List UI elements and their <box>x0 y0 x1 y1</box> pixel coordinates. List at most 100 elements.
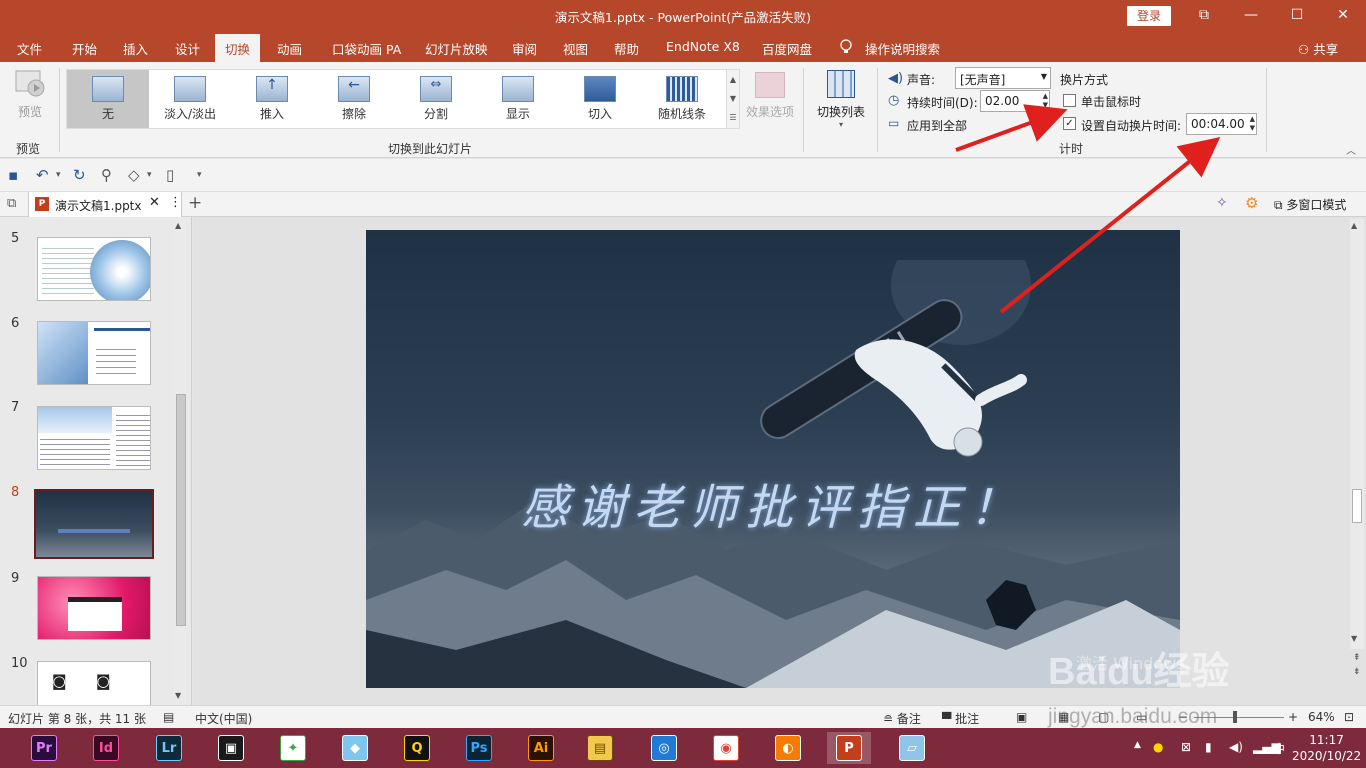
tab-help[interactable]: 帮助 <box>614 39 639 58</box>
taskbar-app-file-explorer[interactable]: ▤ <box>578 732 622 764</box>
scroll-up-icon[interactable]: ▲ <box>1351 221 1357 230</box>
taskbar-app-indesign[interactable]: Id <box>84 732 128 764</box>
taskbar-app-premiere[interactable]: Pr <box>22 732 66 764</box>
fit-slide-icon[interactable]: ⊡ <box>1344 710 1354 724</box>
minimize-button[interactable]: — <box>1228 0 1274 32</box>
gallery-scroll[interactable]: ▲ ▼ ☰ <box>726 69 740 129</box>
on-click-checkbox[interactable] <box>1063 94 1076 107</box>
collapse-ribbon-icon[interactable]: ︿ <box>1346 142 1356 157</box>
tab-pocket-animation[interactable]: 口袋动画 PA <box>332 39 401 58</box>
document-map-icon[interactable]: ⧉ <box>7 196 16 211</box>
apply-all-button[interactable]: 应用到全部 <box>907 117 967 134</box>
editor-scrollbar[interactable]: ▲ ▼ <box>1350 219 1364 649</box>
transition-none[interactable]: 无 <box>67 70 149 128</box>
tab-insert[interactable]: 插入 <box>123 39 148 58</box>
auto-advance-spinner[interactable]: ▲ ▼ <box>1250 115 1255 133</box>
close-button[interactable]: ✕ <box>1320 0 1366 32</box>
spell-check-icon[interactable]: ▤ <box>163 710 174 724</box>
taskbar-app-lightroom[interactable]: Lr <box>147 732 191 764</box>
comments-button[interactable]: ▀ 批注 <box>942 710 979 727</box>
transition-split[interactable]: ⇔ 分割 <box>395 70 477 128</box>
taskbar-app-photoshop[interactable]: Ps <box>457 732 501 764</box>
zoom-level[interactable]: 64% <box>1308 710 1335 724</box>
taskbar-app-video-editor[interactable]: ▣ <box>209 732 253 764</box>
undo-dropdown-icon[interactable]: ▾ <box>56 170 61 180</box>
effect-options-button[interactable]: 效果选项 <box>744 70 796 120</box>
qq-tray-icon[interactable]: ● <box>1153 740 1163 754</box>
tab-slideshow[interactable]: 幻灯片放映 <box>425 39 488 58</box>
taskbar-app-illustrator[interactable]: Ai <box>519 732 563 764</box>
slide-thumbnail-10[interactable]: ◙ ◙ <box>37 661 151 705</box>
login-button[interactable]: 登录 <box>1127 6 1171 26</box>
thumbnails-scroll-thumb[interactable] <box>176 394 186 626</box>
document-tab[interactable]: P 演示文稿1.pptx ✕ ⋮ <box>28 192 182 217</box>
share-button[interactable]: ⚇ 共享 <box>1298 39 1338 58</box>
previous-slide-icon[interactable]: ⇞ <box>1353 651 1361 665</box>
transition-wipe[interactable]: ← 擦除 <box>313 70 395 128</box>
transition-fade[interactable]: 淡入/淡出 <box>149 70 231 128</box>
auto-advance-time-input[interactable]: 00:04.00 ▲ ▼ <box>1186 113 1257 135</box>
chevron-up-icon[interactable]: ▲ <box>727 70 739 89</box>
slide-thumbnail-6[interactable] <box>37 321 151 385</box>
tab-home[interactable]: 开始 <box>72 39 97 58</box>
sound-select[interactable]: [无声音] ▼ <box>955 67 1051 89</box>
volume-icon[interactable]: ◀) <box>1229 740 1243 754</box>
transition-random-bars[interactable]: 随机线条 <box>641 70 723 128</box>
multi-window-button[interactable]: ⧉ 多窗口模式 <box>1274 196 1346 213</box>
scroll-down-icon[interactable]: ▼ <box>175 691 181 700</box>
sparkle-icon[interactable]: ✧ <box>1216 195 1228 211</box>
taskbar-app-qq[interactable]: Q <box>395 732 439 764</box>
scroll-down-icon[interactable]: ▼ <box>1351 634 1357 643</box>
editor-scroll-thumb[interactable] <box>1352 489 1362 523</box>
language-status[interactable]: 中文(中国) <box>195 710 252 727</box>
transition-cut[interactable]: 切入 <box>559 70 641 128</box>
tab-file[interactable]: 文件 <box>17 39 42 58</box>
slide-thumbnail-9[interactable] <box>37 576 151 640</box>
notes-button[interactable]: ≘ 备注 <box>883 710 921 727</box>
save-icon[interactable]: ▪ <box>8 166 18 184</box>
slide-thumbnail-7[interactable] <box>37 406 151 470</box>
tab-animations[interactable]: 动画 <box>277 39 302 58</box>
tab-review[interactable]: 审阅 <box>512 39 537 58</box>
prev-next-slide-buttons[interactable]: ⇞ ⇟ <box>1353 651 1361 679</box>
input-method-icon[interactable]: 中 <box>1273 740 1285 757</box>
slide-thumbnail-8[interactable] <box>34 489 154 559</box>
slide-thumbnail-5[interactable] <box>37 237 151 301</box>
thumbnails-scrollbar[interactable]: ▲ ▼ <box>174 219 188 703</box>
tab-menu-icon[interactable]: ⋮ <box>169 195 182 210</box>
redo-icon[interactable]: ↻ <box>73 166 86 184</box>
auto-advance-checkbox[interactable]: ✓ <box>1063 117 1076 130</box>
shapes-icon[interactable]: ◇ <box>128 166 140 184</box>
taskbar-app-browser-blue[interactable]: ◎ <box>642 732 686 764</box>
network-off-icon[interactable]: ⊠ <box>1181 740 1191 754</box>
shapes-dropdown-icon[interactable]: ▾ <box>147 170 152 180</box>
preview-button[interactable]: 预览 <box>10 68 50 128</box>
chevron-down-icon[interactable]: ▼ <box>727 89 739 108</box>
close-tab-icon[interactable]: ✕ <box>149 195 160 210</box>
duration-input[interactable]: 02.00 ▲ ▼ <box>980 90 1050 112</box>
undo-icon[interactable]: ↶ <box>36 166 49 184</box>
tray-expand-icon[interactable]: ▲ <box>1134 740 1141 750</box>
tab-design[interactable]: 设计 <box>175 39 200 58</box>
tab-transitions[interactable]: 切换 <box>215 34 261 62</box>
zoom-in-icon[interactable]: + <box>1288 710 1298 724</box>
taskbar-clock[interactable]: 11:17 2020/10/22 <box>1292 732 1361 764</box>
zoom-slider-thumb[interactable] <box>1233 711 1237 723</box>
tab-view[interactable]: 视图 <box>563 39 588 58</box>
switch-list-button[interactable]: 切换列表 ▾ <box>812 70 870 129</box>
presenter-icon[interactable]: ⚲ <box>101 166 112 184</box>
slide-title-text[interactable]: 感谢老师批评指正！ <box>366 468 1180 538</box>
ribbon-display-options-icon[interactable]: ⧉ <box>1181 0 1227 32</box>
taskbar-app-app-pinwheel[interactable]: ✦ <box>271 732 315 764</box>
normal-view-icon[interactable]: ▣ <box>1016 710 1027 724</box>
battery-icon[interactable]: ▮ <box>1205 740 1212 754</box>
scroll-up-icon[interactable]: ▲ <box>175 221 181 230</box>
transition-reveal[interactable]: 显示 <box>477 70 559 128</box>
maximize-button[interactable]: ☐ <box>1274 0 1320 32</box>
taskbar-app-app-bird[interactable]: ◆ <box>333 732 377 764</box>
taskbar-app-app-orange[interactable]: ◐ <box>766 732 810 764</box>
current-slide[interactable]: 感谢老师批评指正！ <box>366 230 1180 688</box>
duration-spinner[interactable]: ▲ ▼ <box>1043 92 1048 110</box>
transition-push[interactable]: ↑ 推入 <box>231 70 313 128</box>
settings-gear-icon[interactable]: ⚙ <box>1245 194 1258 212</box>
